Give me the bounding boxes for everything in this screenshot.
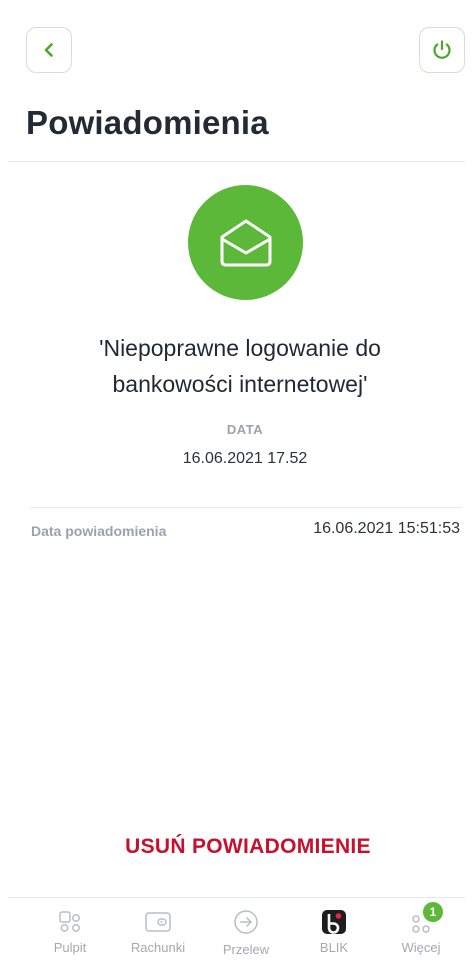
tab-label: BLIK xyxy=(319,940,349,955)
envelope-open-icon xyxy=(220,219,271,266)
tab-label: Pulpit xyxy=(53,940,87,955)
tab-label: Przelew xyxy=(222,942,270,957)
tab-label: Rachunki xyxy=(130,940,186,955)
page-title: Powiadomienia xyxy=(26,104,269,141)
dashboard-icon xyxy=(56,908,84,936)
delete-notification-button[interactable]: USUŃ POWIADOMIENIE xyxy=(0,835,473,859)
chevron-left-icon xyxy=(44,43,53,57)
bottom-tab-bar: Pulpit Rachunki Przelew BLIK 1 Więcej xyxy=(0,898,473,964)
tab-rachunki[interactable]: Rachunki xyxy=(113,908,203,960)
header-divider xyxy=(8,161,465,162)
back-button[interactable] xyxy=(26,27,72,73)
tab-label: Więcej xyxy=(401,940,441,955)
transfer-icon xyxy=(232,908,260,936)
top-bar xyxy=(0,0,473,100)
tab-pulpit[interactable]: Pulpit xyxy=(25,908,115,960)
logout-button[interactable] xyxy=(419,27,465,73)
notification-date-value: 16.06.2021 15:51:53 xyxy=(313,520,460,537)
more-icon: 1 xyxy=(407,902,443,936)
tab-wiecej[interactable]: 1 Więcej xyxy=(376,902,466,960)
notification-count-badge: 1 xyxy=(423,902,443,922)
power-icon xyxy=(433,40,451,59)
details-divider xyxy=(30,507,462,508)
notification-date-label: Data powiadomienia xyxy=(31,523,167,539)
blik-icon xyxy=(320,908,348,936)
notification-icon-circle xyxy=(188,185,303,300)
tab-przelew[interactable]: Przelew xyxy=(201,908,291,960)
tab-blik[interactable]: BLIK xyxy=(289,908,379,960)
notification-title: 'Niepoprawne logowanie do bankowości int… xyxy=(99,335,381,397)
wallet-icon xyxy=(144,908,172,936)
date-value: 16.06.2021 17.52 xyxy=(182,450,308,467)
date-label: DATA xyxy=(226,422,264,437)
